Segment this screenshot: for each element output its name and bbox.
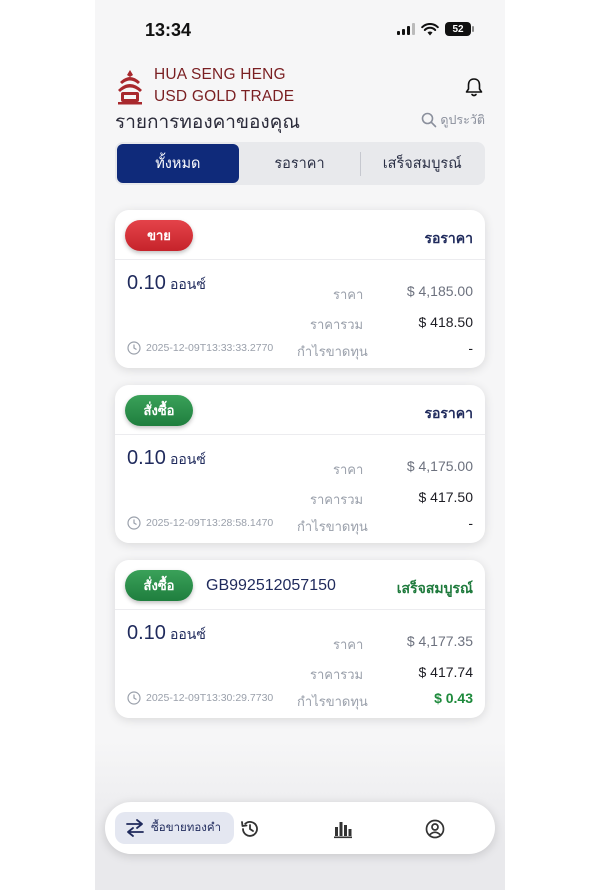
brand-name: HUA SENG HENG USD GOLD TRADE (154, 64, 294, 108)
pnl-label: กำไรขาดทุน (297, 344, 368, 359)
order-type-badge: สั่งซื้อ (125, 570, 193, 601)
pnl-label: กำไรขาดทุน (297, 519, 368, 534)
price-label: ราคา (333, 462, 364, 477)
history-link-label: ดูประวัติ (440, 113, 485, 127)
total-value: $ 417.74 (418, 664, 474, 680)
brand-logo-icon (118, 70, 142, 105)
timestamp-text: 2025-12-09T13:30:29.7730 (146, 692, 274, 704)
tab-completed[interactable]: เสร็จสมบูรณ์ (361, 144, 483, 183)
amount-value: 0.10 (127, 622, 166, 644)
nav-item-trade-label: ซื้อขายทองคำ (151, 822, 222, 834)
signal-icon (397, 23, 415, 35)
amount-unit: ออนซ์ (169, 626, 206, 642)
total-value: $ 418.50 (418, 314, 474, 330)
order-amount: 0.10 ออนซ์ (127, 447, 206, 471)
order-card[interactable]: ขาย รอราคา 0.10 ออนซ์ ราคา $ 4,185.00 รา… (115, 210, 485, 368)
bottom-nav: ซื้อขายทองคำ (105, 802, 495, 854)
search-icon (422, 112, 437, 128)
clock-icon (127, 516, 141, 530)
order-card[interactable]: สั่งซื้อ รอราคา 0.10 ออนซ์ ราคา $ 4,175.… (115, 385, 485, 543)
status-time: 13:34 (145, 20, 192, 40)
pnl-value: - (468, 515, 473, 531)
price-label: ราคา (333, 287, 364, 302)
filter-tabs: ทั้งหมด รอราคา เสร็จสมบูรณ์ (115, 142, 485, 185)
nav-item-trade[interactable]: ซื้อขายทองคำ (115, 812, 234, 844)
wifi-icon (421, 22, 439, 35)
total-label: ราคารวม (310, 317, 364, 332)
page-title: รายการทองคาของคุณ (115, 112, 300, 133)
amount-unit: ออนซ์ (169, 451, 206, 467)
total-value: $ 417.50 (418, 489, 474, 505)
amount-value: 0.10 (127, 272, 166, 294)
clock-icon (127, 341, 141, 355)
pnl-label: กำไรขาดทุน (297, 694, 368, 709)
history-icon[interactable] (239, 818, 261, 840)
order-card[interactable]: สั่งซื้อ GB992512057150 เสร็จสมบูรณ์ 0.1… (115, 560, 485, 718)
price-value: $ 4,177.35 (406, 633, 473, 649)
order-card-header: ขาย รอราคา (115, 210, 485, 260)
bell-icon[interactable] (463, 76, 485, 98)
order-id: GB992512057150 (206, 577, 336, 594)
tab-all[interactable]: ทั้งหมด (117, 144, 239, 183)
timestamp-text: 2025-12-09T13:28:58.1470 (146, 517, 274, 529)
order-type-badge: ขาย (125, 220, 193, 251)
price-label: ราคา (333, 637, 364, 652)
order-status: รอราคา (424, 405, 473, 421)
timestamp-text: 2025-12-09T13:33:33.2770 (146, 342, 274, 354)
bar-chart-icon[interactable] (332, 818, 354, 840)
pnl-value: $ 0.43 (434, 690, 473, 706)
history-link[interactable]: ดูประวัติ (421, 110, 485, 130)
price-value: $ 4,185.00 (406, 283, 473, 299)
status-bar: 13:34 52 (95, 0, 505, 60)
battery-icon: 52 (445, 22, 474, 36)
total-label: ราคารวม (310, 667, 364, 682)
order-card-header: สั่งซื้อ GB992512057150 เสร็จสมบูรณ์ (115, 560, 485, 610)
order-timestamp: 2025-12-09T13:30:29.7730 (127, 691, 273, 705)
status-icons: 52 (397, 22, 474, 36)
amount-value: 0.10 (127, 447, 166, 469)
order-type-badge: สั่งซื้อ (125, 395, 193, 426)
order-status: เสร็จสมบูรณ์ (396, 580, 473, 596)
phone-screen: 13:34 52 HUA SENG HENG USD GOLD TRADE รา… (95, 0, 505, 890)
swap-arrows-icon (126, 819, 144, 837)
order-timestamp: 2025-12-09T13:33:33.2770 (127, 341, 273, 355)
order-amount: 0.10 ออนซ์ (127, 622, 206, 646)
order-amount: 0.10 ออนซ์ (127, 272, 206, 296)
order-timestamp: 2025-12-09T13:28:58.1470 (127, 516, 273, 530)
brand-line1: HUA SENG HENG (154, 66, 286, 83)
pnl-value: - (468, 340, 473, 356)
clock-icon (127, 691, 141, 705)
brand-line2: USD GOLD TRADE (154, 88, 295, 105)
price-value: $ 4,175.00 (406, 458, 473, 474)
order-card-header: สั่งซื้อ รอราคา (115, 385, 485, 435)
total-label: ราคารวม (310, 492, 364, 507)
profile-icon[interactable] (424, 818, 446, 840)
tab-pending[interactable]: รอราคา (239, 144, 361, 183)
amount-unit: ออนซ์ (169, 276, 206, 292)
order-status: รอราคา (424, 230, 473, 246)
